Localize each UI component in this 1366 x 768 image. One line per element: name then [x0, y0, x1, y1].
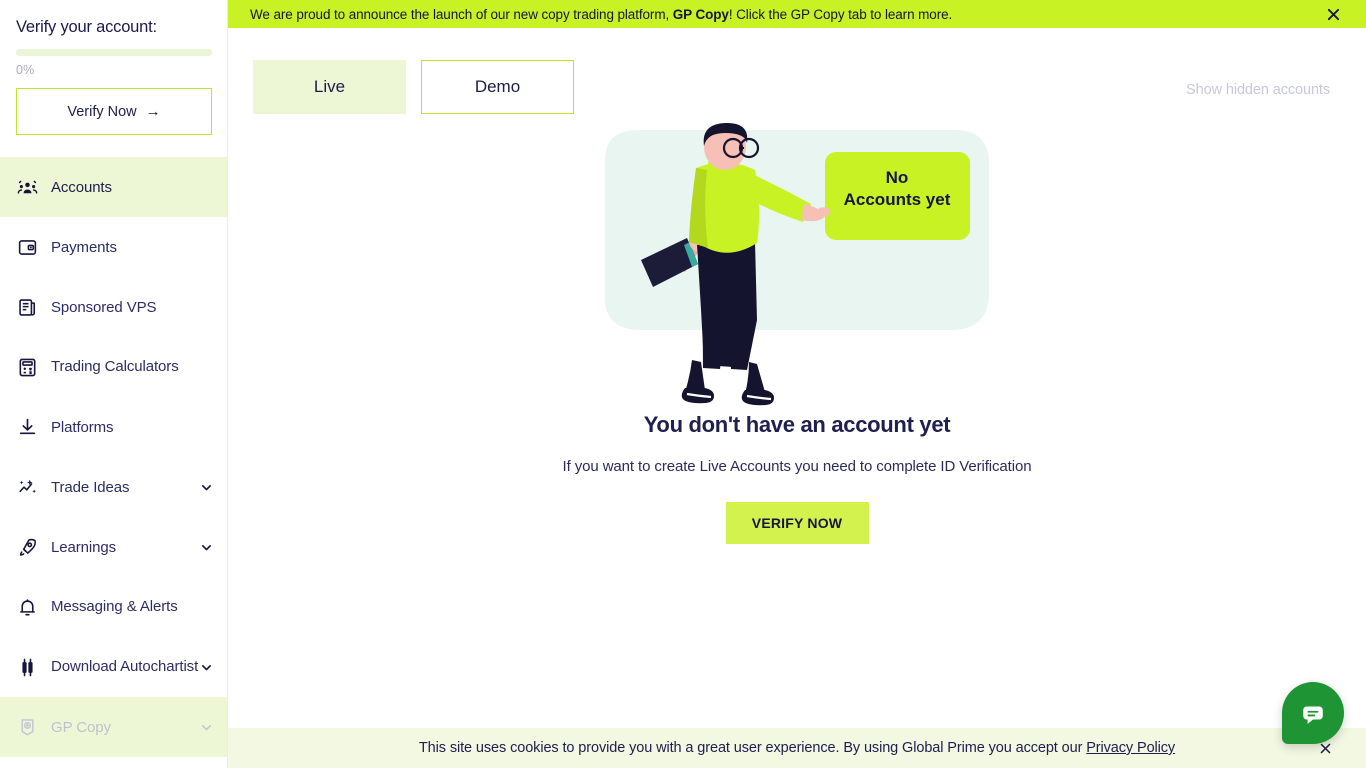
sidebar-item-label: Sponsored VPS — [51, 298, 157, 316]
privacy-policy-link[interactable]: Privacy Policy — [1086, 740, 1175, 756]
wallet-icon — [16, 236, 38, 258]
chevron-down-icon[interactable] — [199, 720, 213, 734]
sidebar-item-label: Learnings — [51, 538, 116, 556]
copy-badge-icon — [16, 716, 38, 738]
sidebar-item-label: Accounts — [51, 178, 112, 196]
sidebar: Verify your account: 0% Verify Now → Acc… — [0, 0, 228, 768]
promo-banner: We are proud to announce the launch of o… — [228, 0, 1366, 28]
promo-banner-text: We are proud to announce the launch of o… — [250, 7, 952, 22]
empty-state-subtitle: If you want to create Live Accounts you … — [562, 458, 1032, 475]
promo-text-after: ! Click the GP Copy tab to learn more. — [728, 6, 953, 22]
calculator-icon — [16, 356, 38, 378]
main-content: Live Demo Show hidden accounts No Accoun… — [228, 28, 1366, 768]
bell-icon — [16, 596, 38, 618]
sidebar-item-messaging-alerts[interactable]: Messaging & Alerts — [0, 577, 227, 637]
cookie-text-body: This site uses cookies to provide you wi… — [418, 740, 1087, 756]
arrow-right-icon: → — [145, 103, 161, 120]
candlestick-icon — [16, 656, 38, 678]
chevron-down-icon[interactable] — [199, 540, 213, 554]
sidebar-item-label: GP Copy — [51, 718, 111, 736]
empty-accounts-state: No Accounts yet You don't have an accoun… — [228, 120, 1366, 544]
illustration-sign-line2: Accounts yet — [844, 190, 951, 209]
sidebar-item-label: Trade Ideas — [51, 478, 130, 496]
rocket-icon — [16, 536, 38, 558]
sidebar-item-payments[interactable]: Payments — [0, 217, 227, 277]
close-icon[interactable] — [1322, 3, 1344, 25]
promo-text-before: We are proud to announce the launch of o… — [250, 6, 673, 22]
app-root: Verify your account: 0% Verify Now → Acc… — [0, 0, 1366, 768]
illustration-sign-line1: No — [886, 168, 909, 187]
cookie-consent-bar: This site uses cookies to provide you wi… — [228, 728, 1366, 768]
verify-now-cta-button[interactable]: VERIFY NOW — [725, 502, 869, 544]
verify-account-panel: Verify your account: 0% Verify Now → — [0, 0, 227, 135]
tab-live-label: Live — [313, 77, 346, 96]
sidebar-item-label: Payments — [51, 238, 117, 256]
promo-brand-name: GP Copy — [672, 6, 729, 22]
cookie-consent-text: This site uses cookies to provide you wi… — [419, 740, 1175, 756]
sidebar-item-gp-copy[interactable]: GP Copy — [0, 697, 227, 757]
sidebar-item-label: Platforms — [51, 418, 114, 436]
tab-live[interactable]: Live — [253, 60, 406, 114]
account-type-tabs: Live Demo Show hidden accounts — [228, 28, 1366, 114]
people-group-icon — [16, 176, 38, 198]
server-icon — [16, 296, 38, 318]
verify-account-title: Verify your account: — [16, 18, 157, 36]
sidebar-item-label: Trading Calculators — [51, 358, 179, 375]
sidebar-item-label: Messaging & Alerts — [51, 598, 178, 615]
empty-state-title: You don't have an account yet — [643, 412, 951, 437]
show-hidden-accounts-link[interactable]: Show hidden accounts — [1186, 82, 1330, 98]
sidebar-nav: Accounts Payments Sponsored VPS Trading Cal… — [0, 157, 227, 757]
verify-now-cta-label: VERIFY NOW — [751, 515, 843, 531]
sidebar-item-accounts[interactable]: Accounts — [0, 157, 227, 217]
sidebar-item-trading-calculators[interactable]: Trading Calculators — [0, 337, 227, 397]
download-icon — [16, 416, 38, 438]
verification-progress-label: 0% — [16, 63, 35, 77]
sidebar-verify-now-label: Verify Now — [67, 103, 137, 120]
tab-demo[interactable]: Demo — [421, 60, 574, 114]
chevron-down-icon[interactable] — [199, 480, 213, 494]
sidebar-item-sponsored-vps[interactable]: Sponsored VPS — [0, 277, 227, 337]
sparkle-chart-icon — [16, 476, 38, 498]
chevron-down-icon[interactable] — [199, 660, 213, 674]
tab-demo-label: Demo — [474, 77, 521, 96]
sidebar-item-trade-ideas[interactable]: Trade Ideas — [0, 457, 227, 517]
sidebar-verify-now-button[interactable]: Verify Now → — [16, 88, 212, 135]
verification-progress-bar — [16, 49, 212, 56]
sidebar-item-download-autochartist[interactable]: Download Autochartist — [0, 637, 227, 697]
chat-widget-button[interactable] — [1282, 682, 1344, 744]
sidebar-item-label: Download Autochartist — [51, 658, 199, 675]
chat-bubble-icon — [1303, 706, 1323, 724]
sidebar-item-platforms[interactable]: Platforms — [0, 397, 227, 457]
sidebar-item-learnings[interactable]: Learnings — [0, 517, 227, 577]
no-accounts-illustration: No Accounts yet — [605, 122, 989, 406]
